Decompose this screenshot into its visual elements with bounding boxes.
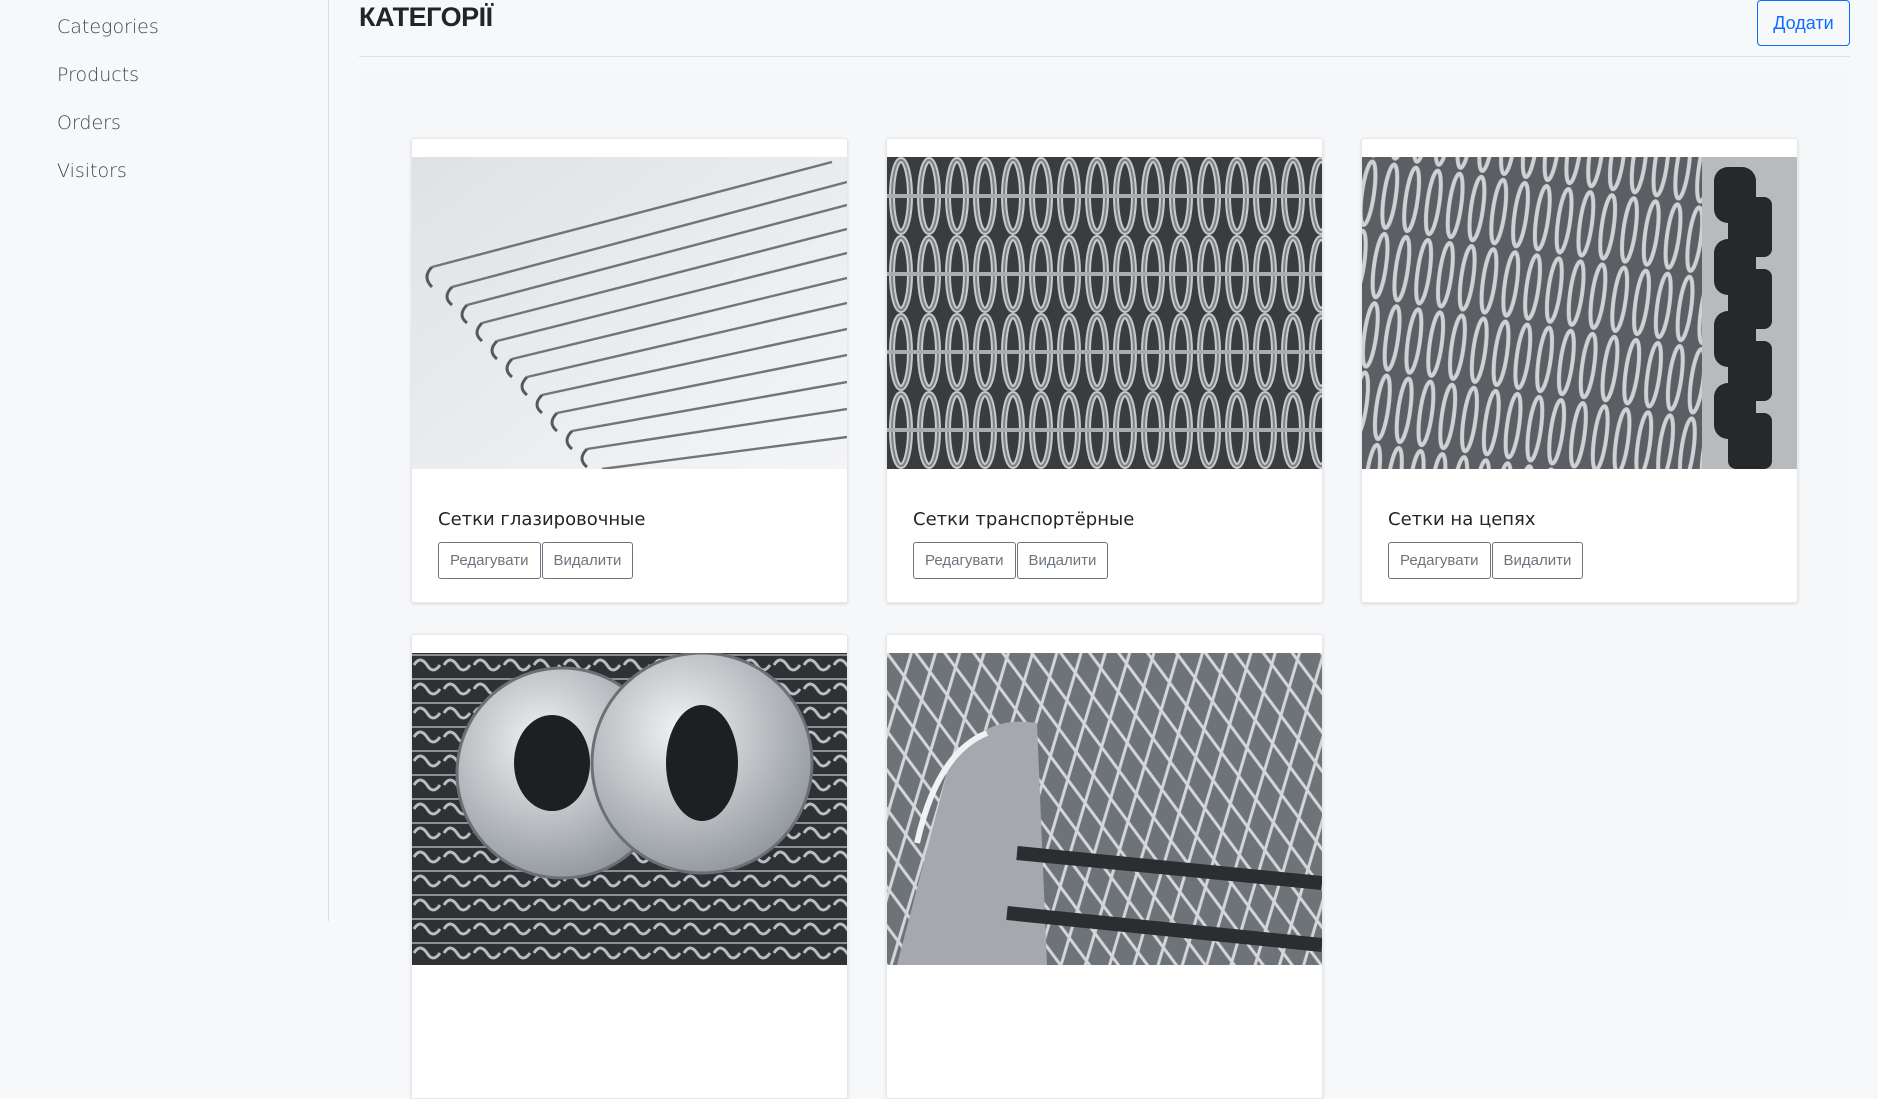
page-title: КАТЕГОРІЇ	[359, 2, 493, 32]
main-area: КАТЕГОРІЇ Додати Сетки глазировочные Ред…	[359, 0, 1850, 1099]
delete-button[interactable]: Видалити	[1016, 542, 1109, 579]
category-title: Сетки транспортёрные	[913, 509, 1135, 530]
category-card: Сетки транспортёрные Редагувати Видалити	[886, 138, 1323, 603]
category-image	[412, 157, 847, 469]
category-card: Сетки на цепях Редагувати Видалити	[1361, 138, 1798, 603]
sidebar-item-categories[interactable]: Categories	[0, 12, 328, 60]
edit-button[interactable]: Редагувати	[913, 542, 1016, 579]
sidebar-item-products[interactable]: Products	[0, 60, 328, 108]
add-button[interactable]: Додати	[1757, 0, 1850, 46]
sidebar-item-visitors[interactable]: Visitors	[0, 156, 328, 204]
delete-button[interactable]: Видалити	[1491, 542, 1584, 579]
category-title: Сетки на цепях	[1388, 509, 1536, 530]
category-image	[1362, 157, 1797, 469]
category-grid: Сетки глазировочные Редагувати Видалити	[359, 75, 1850, 1099]
category-image	[412, 653, 847, 965]
sidebar: Categories Products Orders Visitors	[0, 0, 329, 921]
sidebar-nav: Categories Products Orders Visitors	[0, 0, 328, 204]
edit-button[interactable]: Редагувати	[438, 542, 541, 579]
category-card	[886, 634, 1323, 1099]
category-image	[887, 157, 1322, 469]
page-header: КАТЕГОРІЇ Додати	[359, 0, 1850, 57]
category-card	[411, 634, 848, 1099]
category-image	[887, 653, 1322, 965]
edit-button[interactable]: Редагувати	[1388, 542, 1491, 579]
sidebar-item-orders[interactable]: Orders	[0, 108, 328, 156]
card-actions: Редагувати Видалити	[1388, 542, 1584, 579]
category-title: Сетки глазировочные	[438, 509, 646, 530]
category-card: Сетки глазировочные Редагувати Видалити	[411, 138, 848, 603]
delete-button[interactable]: Видалити	[541, 542, 634, 579]
card-actions: Редагувати Видалити	[438, 542, 634, 579]
card-actions: Редагувати Видалити	[913, 542, 1109, 579]
